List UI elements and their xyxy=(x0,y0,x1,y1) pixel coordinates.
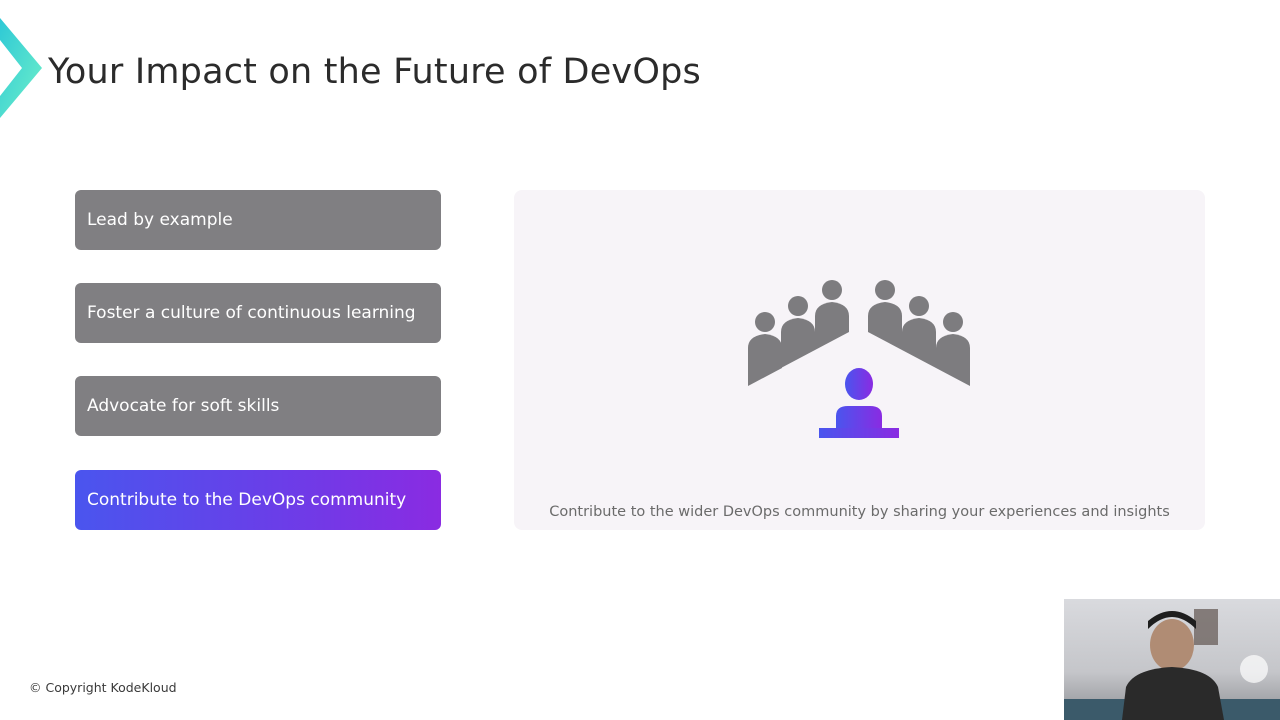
slide: Your Impact on the Future of DevOps Lead… xyxy=(0,0,1280,720)
detail-panel: Contribute to the wider DevOps community… xyxy=(514,190,1205,530)
kodekloud-corner-logo-icon xyxy=(0,18,42,118)
panel-caption: Contribute to the wider DevOps community… xyxy=(549,504,1170,520)
audience-speaker-icon xyxy=(748,280,970,438)
menu-item-lead-by-example[interactable]: Lead by example xyxy=(75,190,441,250)
menu-item-continuous-learning[interactable]: Foster a culture of continuous learning xyxy=(75,283,441,343)
menu-item-devops-community[interactable]: Contribute to the DevOps community xyxy=(75,470,441,530)
presenter-silhouette-icon xyxy=(1064,609,1280,720)
presenter-webcam-video xyxy=(1064,599,1280,720)
menu-item-soft-skills[interactable]: Advocate for soft skills xyxy=(75,376,441,436)
copyright-text: © Copyright KodeKloud xyxy=(29,680,177,695)
page-title: Your Impact on the Future of DevOps xyxy=(48,52,701,92)
